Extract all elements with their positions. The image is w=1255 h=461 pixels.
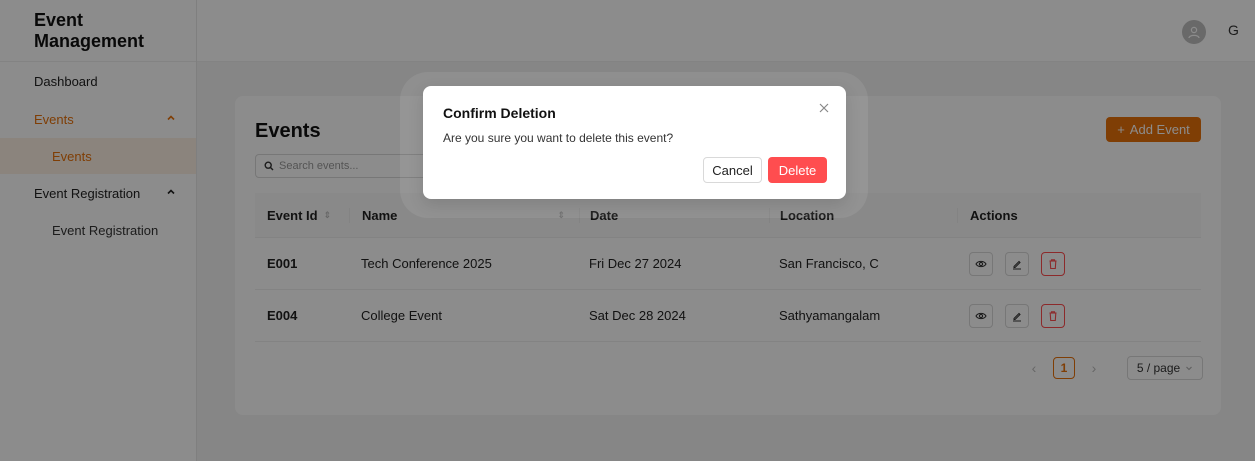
cancel-button[interactable]: Cancel [703,157,762,183]
confirm-delete-dialog: Confirm Deletion Are you sure you want t… [423,86,846,199]
dialog-title: Confirm Deletion [443,105,556,121]
app-root: Event Management Dashboard Events Events… [0,0,1255,461]
dialog-message: Are you sure you want to delete this eve… [443,131,674,145]
delete-confirm-button[interactable]: Delete [768,157,827,183]
close-icon[interactable] [816,100,832,116]
modal-mask[interactable] [0,0,1255,461]
